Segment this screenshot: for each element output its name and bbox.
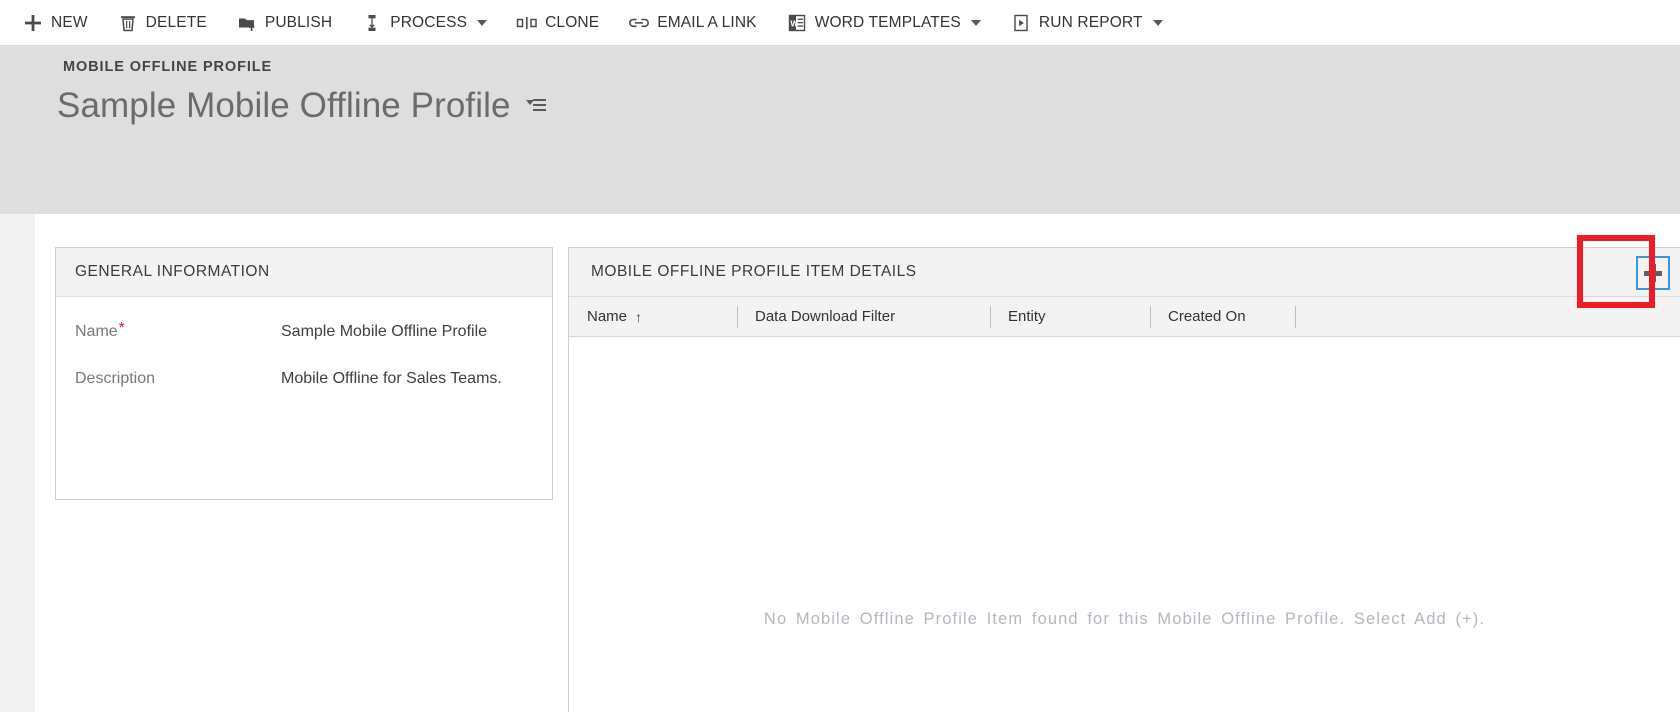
menu-line-icon: [532, 109, 546, 111]
command-bar: NEW DELETE PUBLISH PROCESS CLONE EMAIL A…: [0, 0, 1680, 46]
word-icon: W: [786, 12, 808, 34]
entity-type-label: MOBILE OFFLINE PROFILE: [63, 59, 273, 75]
column-header-created-on-label: Created On: [1168, 308, 1246, 325]
column-header-entity[interactable]: Entity: [990, 297, 1150, 337]
clone-icon: [516, 12, 538, 34]
email-a-link-button-label: EMAIL A LINK: [657, 13, 757, 31]
publish-button-label: PUBLISH: [264, 13, 333, 31]
record-header: MOBILE OFFLINE PROFILE Sample Mobile Off…: [0, 46, 1680, 214]
description-field-label: Description: [75, 370, 281, 388]
chevron-down-icon[interactable]: [1152, 19, 1163, 26]
menu-line-icon: [532, 104, 546, 106]
field-row-description: Description Mobile Offline for Sales Tea…: [56, 370, 552, 388]
field-row-name: Name* Sample Mobile Offline Profile: [56, 319, 552, 341]
add-item-button[interactable]: [1636, 256, 1670, 290]
name-field-value[interactable]: Sample Mobile Offline Profile: [281, 323, 487, 341]
plus-icon: [1644, 264, 1662, 282]
record-title-row: Sample Mobile Offline Profile: [57, 84, 546, 128]
publish-icon: [236, 12, 258, 34]
run-report-button[interactable]: RUN REPORT: [1010, 0, 1173, 46]
delete-button[interactable]: DELETE: [117, 0, 217, 46]
email-a-link-button[interactable]: EMAIL A LINK: [628, 0, 766, 46]
column-header-name[interactable]: Name ↑: [569, 297, 737, 337]
process-icon: [361, 12, 383, 34]
item-details-header: MOBILE OFFLINE PROFILE ITEM DETAILS: [569, 248, 1680, 297]
required-indicator: *: [118, 319, 125, 336]
clone-button-label: CLONE: [545, 13, 600, 31]
name-field-label: Name*: [75, 319, 281, 341]
general-information-header: GENERAL INFORMATION: [56, 248, 552, 297]
clone-button[interactable]: CLONE: [516, 0, 609, 46]
description-field-value[interactable]: Mobile Offline for Sales Teams.: [281, 370, 502, 388]
general-information-body: Name* Sample Mobile Offline Profile Desc…: [56, 297, 552, 388]
grid-column-headers: Name ↑ Data Download Filter Entity Creat…: [569, 297, 1680, 337]
general-information-title: GENERAL INFORMATION: [75, 263, 270, 280]
chevron-down-icon[interactable]: [970, 19, 981, 26]
item-details-title: MOBILE OFFLINE PROFILE ITEM DETAILS: [591, 263, 917, 280]
empty-state-message: No Mobile Offline Profile Item found for…: [763, 610, 1486, 628]
trash-icon: [117, 12, 139, 34]
column-header-entity-label: Entity: [1008, 308, 1046, 325]
name-label-text: Name: [75, 323, 118, 340]
column-header-data-download-filter-label: Data Download Filter: [755, 308, 896, 325]
process-button[interactable]: PROCESS: [361, 0, 497, 46]
word-templates-button[interactable]: W WORD TEMPLATES: [786, 0, 991, 46]
form-canvas: GENERAL INFORMATION Name* Sample Mobile …: [35, 214, 1680, 713]
plus-icon: [22, 12, 44, 34]
word-templates-button-label: WORD TEMPLATES: [814, 13, 961, 31]
process-button-label: PROCESS: [390, 13, 468, 31]
sort-ascending-icon: ↑: [635, 308, 643, 325]
description-label-text: Description: [75, 370, 156, 387]
run-report-button-label: RUN REPORT: [1038, 13, 1143, 31]
link-icon: [628, 12, 650, 34]
menu-line-icon: [532, 99, 546, 101]
column-header-created-on[interactable]: Created On: [1150, 297, 1295, 337]
item-details-section: MOBILE OFFLINE PROFILE ITEM DETAILS Name…: [568, 247, 1680, 713]
new-button-label: NEW: [51, 13, 88, 31]
chevron-down-icon[interactable]: [477, 19, 488, 26]
report-icon: [1010, 12, 1032, 34]
column-header-name-label: Name: [587, 308, 628, 325]
grid-body: No Mobile Offline Profile Item found for…: [569, 337, 1680, 713]
general-information-section: GENERAL INFORMATION Name* Sample Mobile …: [55, 247, 553, 500]
publish-button[interactable]: PUBLISH: [236, 0, 342, 46]
form-body: GENERAL INFORMATION Name* Sample Mobile …: [0, 214, 1680, 713]
page-title: Sample Mobile Offline Profile: [57, 86, 511, 125]
form-selector-icon[interactable]: [525, 96, 546, 116]
column-header-data-download-filter[interactable]: Data Download Filter: [737, 297, 990, 337]
new-button[interactable]: NEW: [22, 0, 98, 46]
column-header-blank[interactable]: [1295, 297, 1565, 337]
delete-button-label: DELETE: [145, 13, 207, 31]
